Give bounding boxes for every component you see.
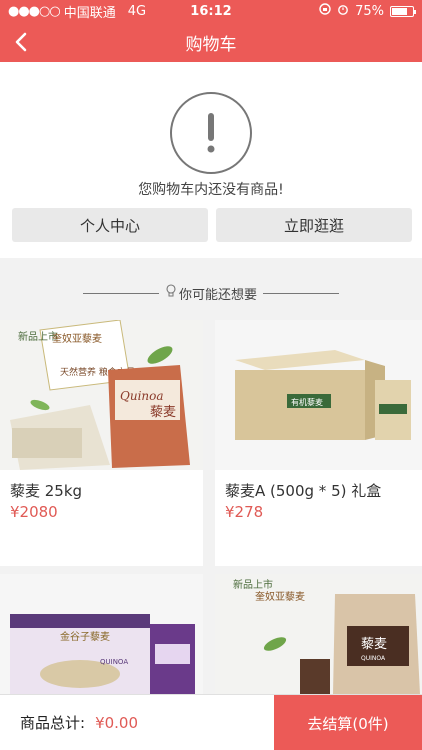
svg-text:奎奴亚藜麦: 奎奴亚藜麦 — [52, 332, 102, 345]
carrier-name: 中国联通 — [63, 5, 116, 21]
total-value: ¥0.00 — [95, 713, 139, 732]
lightbulb-icon — [165, 284, 177, 302]
svg-text:QUINOA: QUINOA — [100, 658, 128, 666]
battery-percent: 75% — [355, 3, 384, 19]
personal-center-button[interactable]: 个人中心 — [12, 208, 208, 242]
alarm-icon — [337, 3, 349, 19]
empty-cart-panel: 您购物车内还没有商品! 个人中心 立即逛逛 — [0, 62, 422, 258]
network-type: 4G — [127, 3, 147, 19]
product-name: 藜麦 25kg — [10, 482, 83, 500]
product-price: ¥278 — [225, 503, 264, 521]
empty-cart-message: 您购物车内还没有商品! — [138, 182, 284, 198]
product-name: 藜麦A (500g * 5) 礼盒 — [225, 482, 382, 500]
checkout-button[interactable]: 去结算(0件) — [274, 695, 422, 750]
total-label: 商品总计: — [20, 714, 86, 732]
svg-text:金谷子藜麦: 金谷子藜麦 — [60, 630, 110, 643]
svg-text:藜麦: 藜麦 — [361, 637, 387, 652]
svg-text:奎奴亚藜麦: 奎奴亚藜麦 — [255, 590, 305, 603]
divider — [82, 292, 159, 294]
product-price: ¥2080 — [10, 503, 58, 521]
svg-text:新品上市: 新品上市 — [233, 578, 273, 591]
product-card[interactable]: 新品上市 奎奴亚藜麦 天然营养 粮食之母 Quinoa 藜麦 藜麦 25kg ¥… — [0, 320, 203, 566]
signal-icon: ●●●○○ — [8, 3, 61, 19]
bottom-bar: 商品总计: ¥0.00 去结算(0件) — [0, 694, 422, 750]
nav-bar: 购物车 — [0, 22, 422, 62]
product-card[interactable]: 金谷子藜麦 QUINOA — [0, 574, 203, 694]
exclamation-icon — [170, 92, 252, 174]
shop-now-button[interactable]: 立即逛逛 — [216, 208, 412, 242]
svg-text:Quinoa: Quinoa — [120, 389, 164, 403]
recommend-title: 你可能还想要 — [178, 287, 257, 303]
product-card[interactable]: 有机藜麦 藜麦A (500g * 5) 礼盒 ¥278 — [215, 320, 422, 566]
chevron-left-icon — [15, 32, 27, 52]
product-image: 新品上市 奎奴亚藜麦 天然营养 粮食之母 Quinoa 藜麦 — [0, 320, 203, 470]
product-card[interactable]: 新品上市 奎奴亚藜麦 藜麦 QUINOA — [215, 574, 422, 694]
status-bar: ●●●○○ 中国联通 4G 16:12 75% — [0, 0, 422, 22]
divider — [263, 292, 339, 294]
recommend-header: 你可能还想要 — [0, 278, 422, 308]
back-button[interactable] — [6, 22, 36, 62]
battery-icon — [390, 5, 416, 17]
product-image: 有机藜麦 — [215, 320, 422, 470]
product-image: 金谷子藜麦 QUINOA — [0, 574, 203, 694]
svg-text:藜麦: 藜麦 — [150, 405, 176, 420]
page-title: 购物车 — [185, 34, 237, 55]
svg-text:有机藜麦: 有机藜麦 — [291, 397, 323, 407]
svg-text:QUINOA: QUINOA — [361, 655, 386, 662]
product-image: 新品上市 奎奴亚藜麦 藜麦 QUINOA — [215, 574, 422, 694]
orientation-lock-icon — [319, 3, 331, 19]
